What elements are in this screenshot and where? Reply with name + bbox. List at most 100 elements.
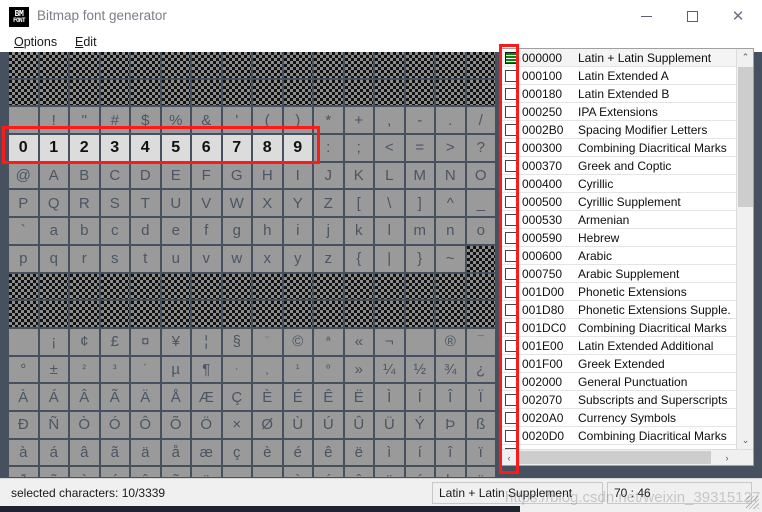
block-list-item[interactable]: 000400 Cyrillic (501, 175, 737, 193)
char-cell[interactable]: > (436, 135, 467, 163)
block-list-item[interactable]: 000750 Arabic Supplement (501, 265, 737, 283)
char-cell[interactable]: Ú (314, 411, 345, 440)
char-cell[interactable]: B (70, 162, 101, 191)
char-cell[interactable]: A (39, 162, 70, 191)
char-cell[interactable]: Â (70, 384, 101, 412)
char-cell[interactable]: Î (436, 384, 467, 412)
char-cell[interactable]: h (253, 218, 284, 246)
char-cell-selected[interactable]: 9 (283, 135, 314, 163)
block-checkbox[interactable] (505, 375, 517, 388)
block-list-item[interactable]: 001F00 Greek Extended (501, 355, 737, 373)
unicode-block-list-panel[interactable]: 000000 Latin + Latin Supplement 000100 Lati… (500, 48, 754, 466)
char-cell[interactable]: p (9, 245, 40, 274)
char-cell[interactable]: [ (344, 190, 375, 219)
char-cell[interactable]: É (283, 384, 314, 412)
horizontal-scroll-thumb[interactable] (518, 451, 711, 464)
char-cell[interactable]: â (70, 439, 101, 468)
char-cell[interactable]: L (375, 162, 406, 191)
char-cell[interactable]: À (9, 384, 40, 412)
char-cell[interactable]: b (70, 218, 101, 246)
char-cell[interactable]: W (222, 190, 253, 219)
char-cell[interactable]: c (100, 218, 131, 246)
char-cell[interactable]: l (375, 218, 406, 246)
char-cell[interactable]: á (39, 439, 70, 468)
list-horizontal-scrollbar[interactable]: ‹ › (501, 449, 753, 465)
char-cell[interactable]: J (314, 162, 345, 191)
char-cell[interactable]: $ (131, 107, 162, 136)
char-cell[interactable]: m (405, 218, 436, 246)
char-cell[interactable]: ° (9, 356, 40, 385)
char-cell-selected[interactable]: 4 (131, 135, 162, 163)
char-cell[interactable]: Ó (100, 411, 131, 440)
block-list-item[interactable]: 0020A0 Currency Symbols (501, 409, 737, 427)
char-cell[interactable]: ì (375, 439, 406, 468)
char-cell[interactable]: f (192, 218, 223, 246)
char-cell[interactable]: è (253, 439, 284, 468)
char-cell[interactable]: , (375, 107, 406, 136)
char-cell[interactable]: Ã (100, 384, 131, 412)
char-cell[interactable]: N (436, 162, 467, 191)
char-cell[interactable]: ¶ (192, 356, 223, 385)
char-cell[interactable]: ^ (436, 190, 467, 219)
char-cell-selected[interactable]: 2 (70, 135, 101, 163)
char-cell[interactable]: ± (39, 356, 70, 385)
block-checkbox[interactable] (505, 51, 517, 64)
block-checkbox[interactable] (505, 249, 517, 262)
scroll-up-icon[interactable]: ⌃ (737, 49, 753, 66)
char-cell[interactable]: © (283, 328, 314, 357)
char-cell[interactable]: ­ (405, 328, 436, 357)
char-cell[interactable]: { (344, 245, 375, 274)
char-cell-selected[interactable]: 3 (100, 135, 131, 163)
char-cell[interactable]: D (131, 162, 162, 191)
char-cell[interactable]: Y (283, 190, 314, 219)
char-cell[interactable]: Þ (436, 411, 467, 440)
block-list-item[interactable]: 001E00 Latin Extended Additional (501, 337, 737, 355)
char-cell[interactable]: - (405, 107, 436, 136)
char-cell[interactable]: : (314, 135, 345, 163)
char-cell[interactable]: O (466, 162, 497, 191)
char-cell[interactable]: û (344, 467, 375, 477)
char-cell[interactable]: C (100, 162, 131, 191)
block-list-item[interactable]: 001D00 Phonetic Extensions (501, 283, 737, 301)
char-cell[interactable]: Ò (70, 411, 101, 440)
char-cell[interactable]: " (70, 107, 101, 136)
char-cell[interactable]: ¼ (375, 356, 406, 385)
block-list-item[interactable]: 000530 Armenian (501, 211, 737, 229)
char-cell[interactable]: ë (344, 439, 375, 468)
char-cell[interactable]: ¸ (253, 356, 284, 385)
block-checkbox[interactable] (505, 429, 517, 442)
block-list-item[interactable]: 002070 Subscripts and Superscripts (501, 391, 737, 409)
char-cell[interactable]: ´ (131, 356, 162, 385)
char-cell[interactable]: È (253, 384, 284, 412)
char-cell[interactable]: Ä (131, 384, 162, 412)
char-cell-selected[interactable]: 7 (222, 135, 253, 163)
char-cell[interactable]: µ (161, 356, 192, 385)
char-cell-selected[interactable]: 1 (39, 135, 70, 163)
char-cell[interactable]: Ö (192, 411, 223, 440)
char-cell[interactable]: Q (39, 190, 70, 219)
block-checkbox[interactable] (505, 123, 517, 136)
char-cell[interactable]: ½ (405, 356, 436, 385)
char-cell[interactable]: ³ (100, 356, 131, 385)
scroll-down-icon[interactable]: ⌄ (737, 432, 753, 449)
char-cell[interactable]: P (9, 190, 40, 219)
char-cell[interactable]: £ (100, 328, 131, 357)
char-cell[interactable]: n (436, 218, 467, 246)
character-map-panel[interactable]: ! " # $% & '() * +, -./ 0 1 2 3 4 5 6 7 8 9:; < = >? @ A B C D E F G H… (0, 52, 497, 477)
close-button[interactable]: ✕ (715, 0, 761, 32)
block-checkbox[interactable] (505, 141, 517, 154)
maximize-button[interactable] (669, 0, 715, 32)
char-cell[interactable]: M (405, 162, 436, 191)
char-cell[interactable]: v (192, 245, 223, 274)
char-cell[interactable]: \ (375, 190, 406, 219)
block-list-item[interactable]: 001DC0 Combining Diacritical Marks (501, 319, 737, 337)
char-cell[interactable]: E (161, 162, 192, 191)
char-cell[interactable]: Z (314, 190, 345, 219)
block-checkbox[interactable] (505, 69, 517, 82)
char-cell[interactable]: . (436, 107, 467, 136)
char-cell[interactable]: ä (131, 439, 162, 468)
block-list-item[interactable]: 000370 Greek and Coptic (501, 157, 737, 175)
char-cell[interactable]: Ñ (39, 411, 70, 440)
char-cell[interactable]: = (405, 135, 436, 163)
char-cell[interactable]: o (466, 218, 497, 246)
